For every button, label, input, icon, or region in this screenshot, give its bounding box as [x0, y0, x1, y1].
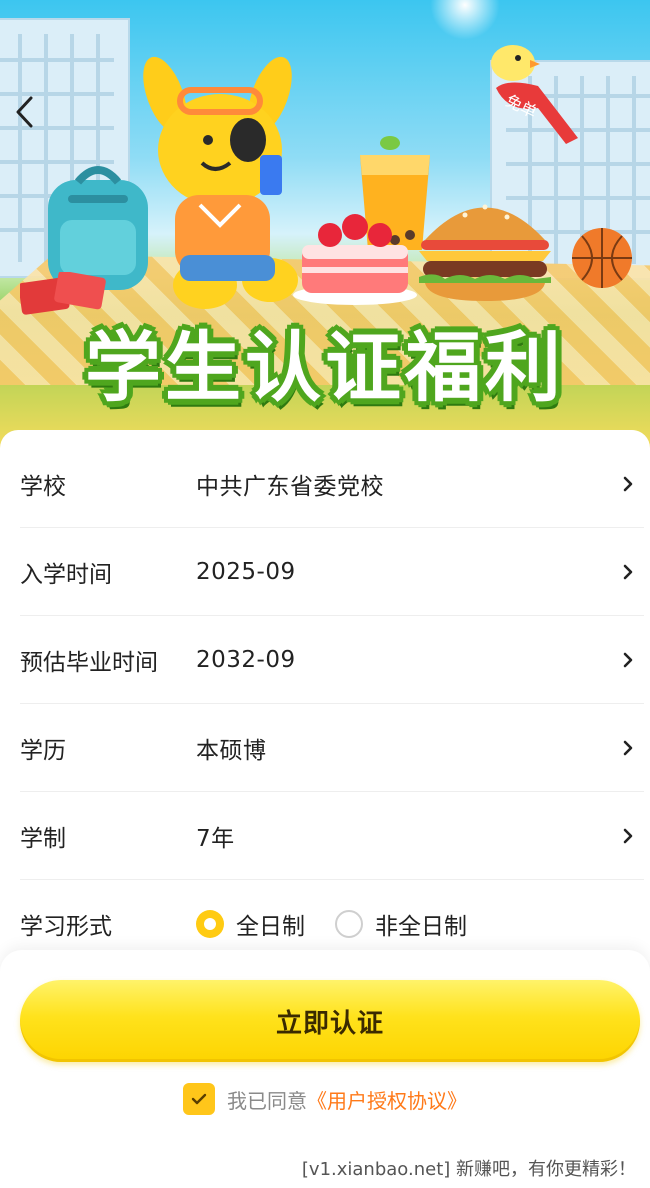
banner-headline: 学生认证福利: [85, 323, 565, 412]
site-watermark: [v1.xianbao.net] 新赚吧，有你更精彩！: [301, 1159, 636, 1180]
chevron-right-icon: [616, 560, 640, 584]
row-label: 学制: [20, 825, 66, 852]
chevron-right-icon: [616, 824, 640, 848]
bird-mascot-illustration: 免单: [491, 45, 578, 144]
bottom-action-panel: 立即认证 我已同意 《用户授权协议》: [0, 950, 650, 1188]
row-graduation-date[interactable]: 预估毕业时间 2032-09: [20, 616, 644, 704]
radio-unselected-icon: [335, 910, 363, 938]
basketball-illustration: [572, 228, 632, 288]
row-label: 学习形式: [20, 914, 112, 940]
back-button[interactable]: [4, 92, 44, 132]
row-value: 本硕博: [196, 737, 267, 764]
row-label: 学历: [20, 737, 66, 764]
chevron-left-icon: [16, 96, 33, 128]
checkmark-icon: [191, 1093, 207, 1105]
radio-full-time[interactable]: 全日制: [196, 907, 305, 941]
radio-part-time[interactable]: 非全日制: [335, 907, 467, 941]
radio-label: 非全日制: [375, 914, 467, 940]
row-label: 学校: [20, 473, 66, 500]
row-program-length[interactable]: 学制 7年: [20, 792, 644, 880]
chevron-right-icon: [616, 736, 640, 760]
burger-illustration: [419, 204, 551, 301]
row-school[interactable]: 学校 中共广东省委党校: [20, 440, 644, 528]
red-envelope-illustration: [20, 272, 106, 315]
agree-prefix-text: 我已同意: [227, 1088, 307, 1113]
agreement-row: 我已同意 《用户授权协议》: [0, 1083, 650, 1115]
row-enrollment-date[interactable]: 入学时间 2025-09: [20, 528, 644, 616]
agree-checkbox[interactable]: [183, 1083, 215, 1115]
row-value: 7年: [196, 825, 235, 852]
row-label: 入学时间: [20, 561, 112, 588]
hero-banner: 免单 学生认证福利: [0, 0, 650, 450]
row-value: 2032-09: [196, 646, 296, 673]
row-label: 预估毕业时间: [20, 649, 158, 676]
user-agreement-link[interactable]: 《用户授权协议》: [307, 1085, 467, 1114]
chevron-right-icon: [616, 472, 640, 496]
chevron-right-icon: [616, 648, 640, 672]
row-value: 2025-09: [196, 558, 296, 585]
radio-label: 全日制: [236, 914, 305, 940]
row-education-level[interactable]: 学历 本硕博: [20, 704, 644, 792]
radio-selected-icon: [196, 910, 224, 938]
verify-now-button[interactable]: 立即认证: [20, 980, 640, 1062]
sun-glow: [430, 0, 500, 40]
strawberry-cake-illustration: [293, 214, 417, 305]
student-info-form: 学校 中共广东省委党校 入学时间 2025-09 预估毕业时间 2032-09 …: [0, 430, 650, 990]
row-value: 中共广东省委党校: [196, 473, 384, 500]
